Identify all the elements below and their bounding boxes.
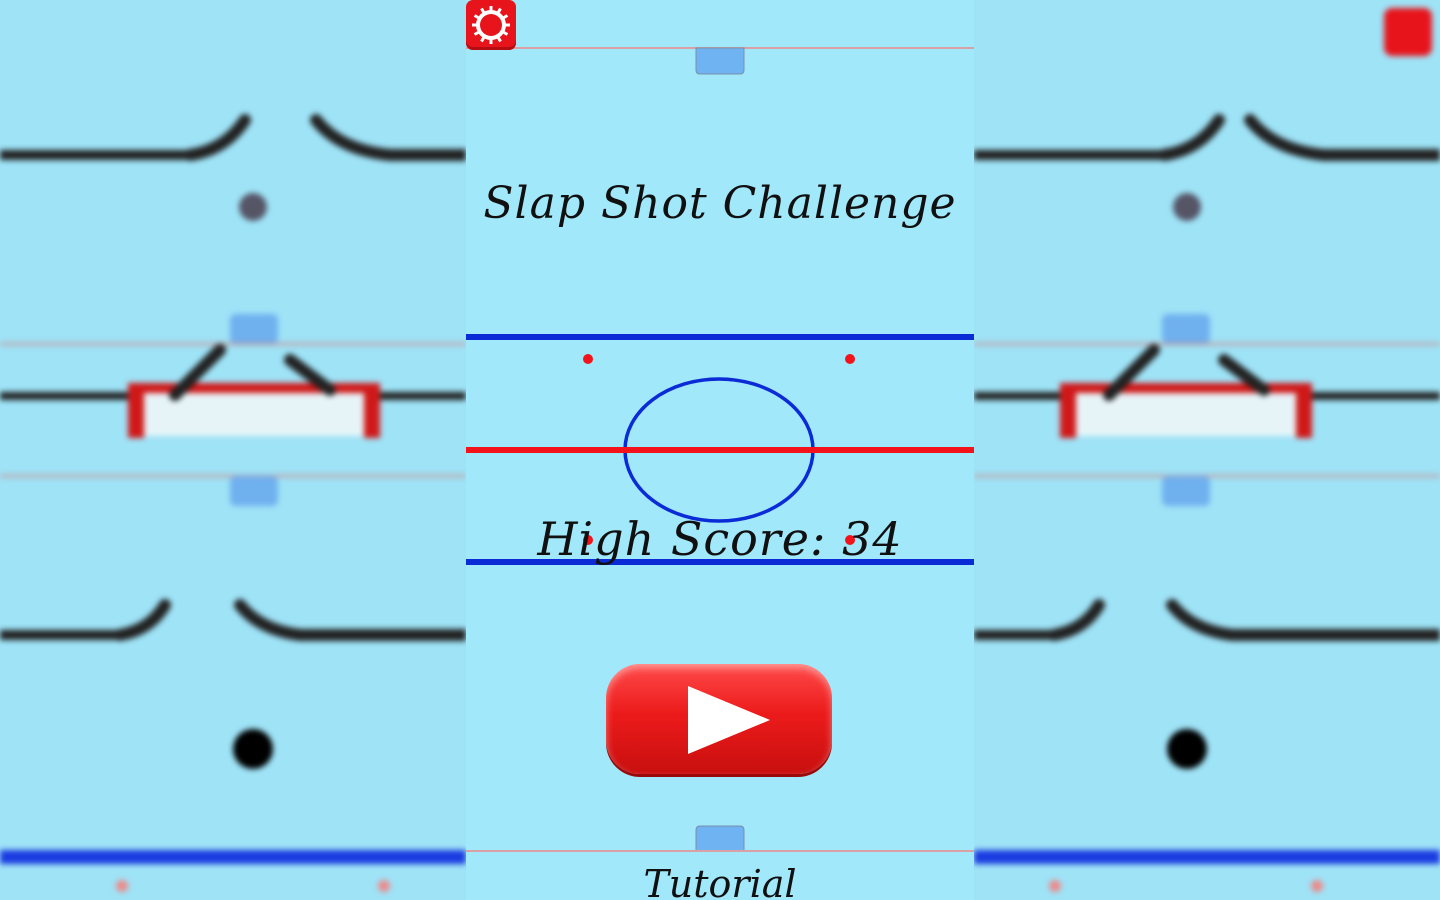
- background-rink-illustration: [974, 8, 1440, 892]
- background-rink-illustration: [0, 114, 466, 892]
- game-screen: Slap Shot Challenge High Score: 34 Tutor…: [466, 0, 974, 900]
- high-score-label: High Score: 34: [537, 512, 903, 566]
- play-icon: [688, 686, 770, 754]
- play-button[interactable]: [606, 664, 832, 774]
- game-title: Slap Shot Challenge: [483, 178, 957, 229]
- gear-icon: [472, 6, 510, 44]
- tutorial-button[interactable]: Tutorial: [466, 862, 974, 900]
- bottom-goal-crease: [695, 825, 745, 852]
- settings-button[interactable]: [466, 0, 516, 50]
- upper-blue-line: [466, 334, 974, 340]
- center-red-line: [466, 447, 974, 453]
- background-right-blurred: [974, 0, 1440, 900]
- faceoff-dot: [583, 354, 593, 364]
- faceoff-dot: [845, 354, 855, 364]
- top-goal-crease: [695, 47, 745, 75]
- background-left-blurred: [0, 0, 466, 900]
